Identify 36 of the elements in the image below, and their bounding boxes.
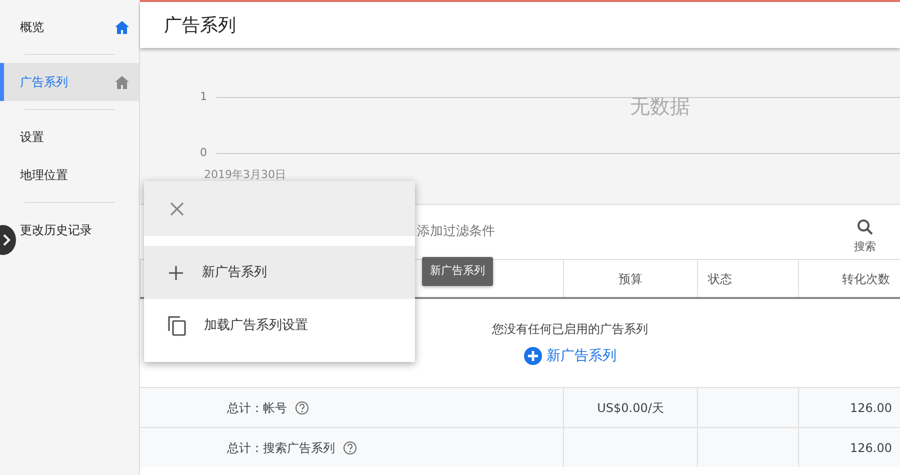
help-icon xyxy=(295,400,309,414)
column-header: 转化次数 xyxy=(798,260,900,297)
axis-date-label: 2019年3月30日 xyxy=(204,167,287,183)
chevron-right-icon xyxy=(3,234,11,246)
search-button[interactable]: 搜索 xyxy=(848,218,882,256)
table-cell-text: 126.00 xyxy=(850,400,892,416)
menu-item[interactable]: 新广告系列 xyxy=(144,246,415,299)
sidebar-item[interactable]: 更改历史记录 xyxy=(16,211,139,249)
help-icon xyxy=(343,440,357,454)
close-icon xyxy=(170,202,184,216)
sidebar-item[interactable]: 设置 xyxy=(16,118,139,156)
plus-circle-icon xyxy=(524,347,542,365)
axis-tick-label: 0 xyxy=(200,144,208,161)
menu-item[interactable]: 加载广告系列设置 xyxy=(144,299,415,352)
tooltip: 新广告系列 xyxy=(422,257,493,286)
page-title: 广告系列 xyxy=(140,2,900,48)
axis-tick-label: 1 xyxy=(200,88,208,105)
sidebar-item[interactable]: 概览 xyxy=(16,8,139,46)
row-label: 总计：搜索广告系列 xyxy=(227,440,335,456)
copy-icon xyxy=(168,316,186,336)
row-label: 总计：帐号 xyxy=(227,400,287,416)
new-campaign-link[interactable]: 新广告系列 xyxy=(524,346,616,366)
column-header: 预算 xyxy=(563,260,697,297)
empty-message: 您没有任何已启用的广告系列 xyxy=(492,320,648,338)
table-cell-text: 126.00 xyxy=(850,440,892,456)
search-icon xyxy=(857,218,873,235)
sidebar-item[interactable]: 广告系列 xyxy=(0,63,139,101)
filter-field[interactable]: 添加过滤条件 xyxy=(415,221,615,243)
column-header: 状态 xyxy=(697,260,798,297)
sidebar-item[interactable]: 地理位置 xyxy=(16,156,139,194)
table-cell-text: US$0.00/天 xyxy=(597,400,664,416)
empty-chart-text: 无数据 xyxy=(630,93,690,120)
home-icon xyxy=(115,20,129,34)
plus-icon xyxy=(168,264,184,280)
home-icon xyxy=(115,76,129,88)
close-button[interactable] xyxy=(170,202,184,216)
